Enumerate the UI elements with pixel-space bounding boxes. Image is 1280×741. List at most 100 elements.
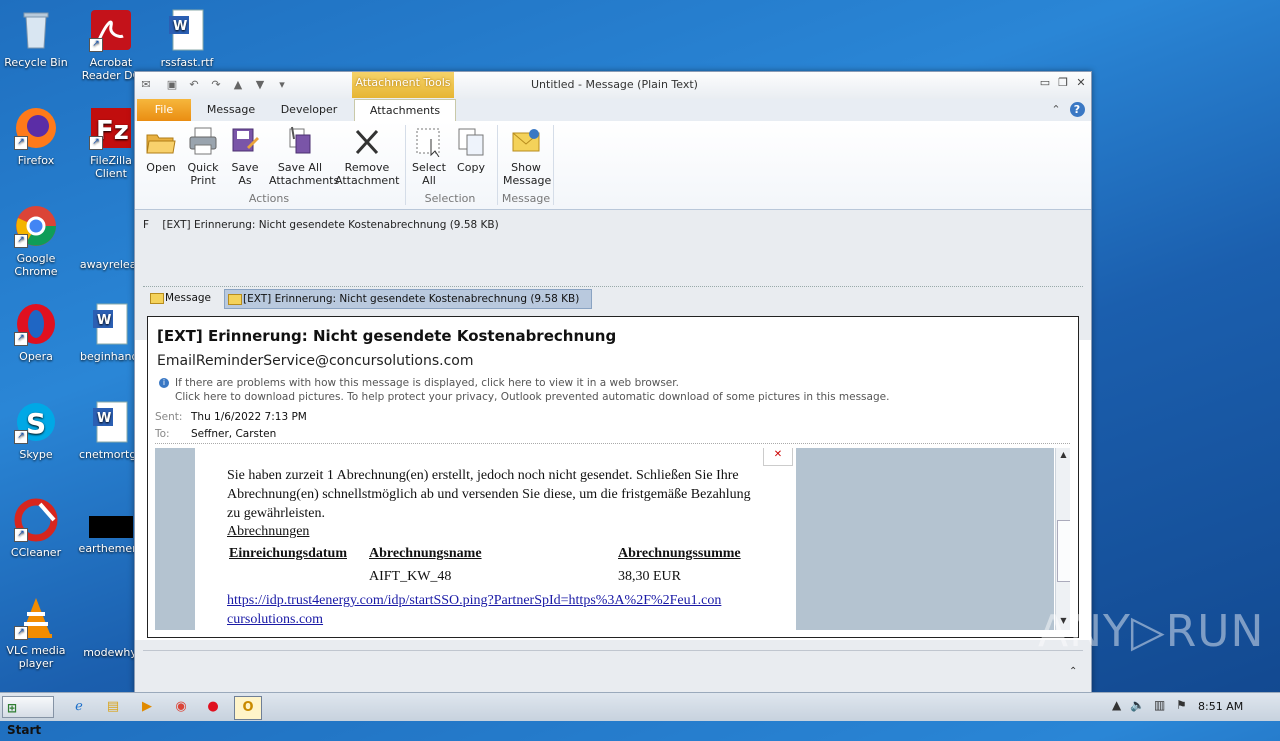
desktop-icon-label: rssfast.rtf	[160, 56, 214, 69]
shortcut-arrow-icon: ↗	[14, 528, 28, 542]
help-icon[interactable]: ?	[1069, 99, 1085, 121]
network-icon[interactable]: ▥	[1154, 698, 1165, 712]
desktop-icon-vlc[interactable]: ↗ VLC media player	[1, 596, 71, 670]
minimize-button[interactable]: ▭	[1037, 76, 1053, 90]
sso-link-text: https://idp.trust4energy.com/idp/startSS…	[227, 593, 722, 627]
envelope-icon	[510, 125, 542, 157]
tab-attachments[interactable]: Attachments	[354, 99, 456, 123]
flag-icon[interactable]: ⚑	[1176, 698, 1187, 712]
envelope-icon	[228, 294, 242, 305]
tray-expand-icon[interactable]: ▲	[1112, 698, 1121, 712]
shortcut-arrow-icon: ↗	[14, 430, 28, 444]
tab-file[interactable]: File	[137, 99, 191, 121]
explorer-icon[interactable]: ▤	[100, 696, 126, 718]
email-sender[interactable]: EmailReminderService@concursolutions.com	[157, 353, 474, 369]
shortcut-arrow-icon: ↗	[14, 234, 28, 248]
quick-print-button[interactable]: Quick Print	[185, 125, 221, 187]
clock[interactable]: 8:51 AM	[1198, 700, 1243, 713]
group-label-selection: Selection	[424, 192, 476, 205]
envelope-icon	[150, 293, 164, 304]
skype-icon: S ↗	[14, 400, 58, 444]
tab-message[interactable]: Message	[201, 99, 261, 121]
to-value[interactable]: Seffner, Carsten	[191, 428, 276, 440]
group-divider	[553, 125, 554, 205]
svg-text:W: W	[97, 313, 111, 328]
watermark: ANY▷RUN	[1038, 606, 1265, 657]
up-arrow-icon[interactable]: ▲	[231, 78, 245, 92]
attachment-preview: [EXT] Erinnerung: Nicht gesendete Kosten…	[147, 316, 1079, 638]
title-bar: ✉ ▣ ↶ ↷ ▲ ▼ ▾ Attachment Tools Untitled …	[135, 72, 1091, 99]
switch-message-button[interactable]: Message	[147, 289, 231, 307]
word-doc-icon: W	[89, 302, 133, 346]
ie-icon[interactable]: ℯ	[66, 696, 92, 718]
restore-button[interactable]: ❐	[1055, 76, 1071, 90]
table-cell-amount: 38,30 EUR	[618, 569, 681, 584]
ribbon: Open Quick Print Save As Save All Attachmen…	[135, 121, 1091, 210]
save-all-attachments-icon	[284, 125, 316, 157]
save-icon[interactable]: ▣	[165, 78, 179, 92]
table-header-abrechnungssumme: Abrechnungssumme	[618, 546, 741, 561]
body-right-margin	[796, 448, 1054, 630]
desktop-icon-recycle-bin[interactable]: Recycle Bin	[1, 8, 71, 69]
desktop-icon-label: FileZilla Client	[90, 154, 132, 180]
printer-icon	[187, 125, 219, 157]
word-doc-icon: W	[165, 8, 209, 52]
infobar-download-pictures[interactable]: Click here to download pictures. To help…	[175, 391, 889, 403]
undo-icon[interactable]: ↶	[187, 78, 201, 92]
copy-icon	[455, 125, 487, 157]
blank-file-icon	[89, 210, 133, 254]
group-divider	[497, 125, 498, 205]
desktop-icon-label: CCleaner	[10, 546, 62, 559]
tab-developer[interactable]: Developer	[275, 99, 343, 121]
footer-area: ⌃	[135, 640, 1091, 692]
desktop-icon-label: Acrobat Reader DC	[81, 56, 141, 82]
remove-x-icon	[351, 125, 383, 157]
select-all-icon	[413, 125, 445, 158]
close-button[interactable]: ✕	[1073, 76, 1089, 90]
switch-attachment-button[interactable]: [EXT] Erinnerung: Nicht gesendete Kosten…	[224, 289, 592, 309]
abrechnungen-link[interactable]: Abrechnungen	[227, 524, 309, 540]
media-player-icon[interactable]: ▶	[134, 696, 160, 718]
taskbar: ⊞ Start ℯ ▤ ▶ ◉ ● O ▲ 🔈 ▥ ⚑ 8:51 AM	[0, 692, 1280, 737]
desktop-icon-opera[interactable]: ↗ Opera	[1, 302, 71, 363]
vlc-icon: ↗	[14, 596, 58, 640]
outlook-taskbar-icon[interactable]: O	[234, 696, 262, 720]
show-message-button[interactable]: Show Message	[503, 125, 551, 187]
message-window: ✉ ▣ ↶ ↷ ▲ ▼ ▾ Attachment Tools Untitled …	[134, 71, 1092, 693]
group-label-message: Message	[501, 192, 551, 205]
scroll-up-icon[interactable]: ▲	[1056, 448, 1070, 462]
divider	[143, 650, 1083, 651]
desktop-icon-label: Skype	[19, 448, 53, 461]
open-button[interactable]: Open	[143, 125, 179, 174]
divider	[155, 443, 1070, 444]
table-header-einreichungsdatum: Einreichungsdatum	[229, 546, 347, 561]
down-arrow-icon[interactable]: ▼	[253, 78, 267, 92]
scroll-thumb[interactable]	[1057, 520, 1070, 582]
save-as-button[interactable]: Save As	[227, 125, 263, 187]
remove-attachment-button[interactable]: Remove Attachment	[335, 125, 400, 187]
customize-qat-icon[interactable]: ▾	[275, 78, 289, 92]
ribbon-minimize-icon[interactable]: ⌃	[1049, 99, 1063, 121]
redo-icon[interactable]: ↷	[209, 78, 223, 92]
chevron-up-icon[interactable]: ⌃	[1069, 666, 1077, 677]
infobar-display-problem[interactable]: If there are problems with how this mess…	[175, 377, 679, 389]
desktop-icon-rssfast[interactable]: W rssfast.rtf	[152, 8, 222, 69]
desktop-icon-chrome[interactable]: ↗ Google Chrome	[1, 204, 71, 278]
sso-link[interactable]: https://idp.trust4energy.com/idp/startSS…	[227, 591, 727, 629]
start-button[interactable]: ⊞ Start	[2, 696, 54, 737]
save-all-attachments-button[interactable]: Save All Attachments	[269, 125, 339, 187]
select-all-button[interactable]: Select All	[411, 125, 447, 187]
vertical-scrollbar[interactable]: ▲ ▼	[1055, 448, 1070, 630]
attachment-tools-label: Attachment Tools	[352, 72, 454, 98]
chrome-icon[interactable]: ◉	[168, 696, 194, 718]
opera-icon[interactable]: ●	[200, 696, 226, 718]
volume-icon[interactable]: 🔈	[1130, 698, 1145, 712]
desktop-icon-skype[interactable]: S ↗ Skype	[1, 400, 71, 461]
desktop-icon-label: beginhand.	[80, 350, 142, 363]
save-as-icon	[229, 125, 261, 157]
desktop-icon-firefox[interactable]: ↗ Firefox	[1, 106, 71, 167]
desktop-icon-ccleaner[interactable]: ↗ CCleaner	[1, 498, 71, 559]
copy-button[interactable]: Copy	[453, 125, 489, 174]
ccleaner-icon: ↗	[14, 498, 58, 542]
attachment-header-line: F [EXT] Erinnerung: Nicht gesendete Kost…	[143, 219, 499, 231]
